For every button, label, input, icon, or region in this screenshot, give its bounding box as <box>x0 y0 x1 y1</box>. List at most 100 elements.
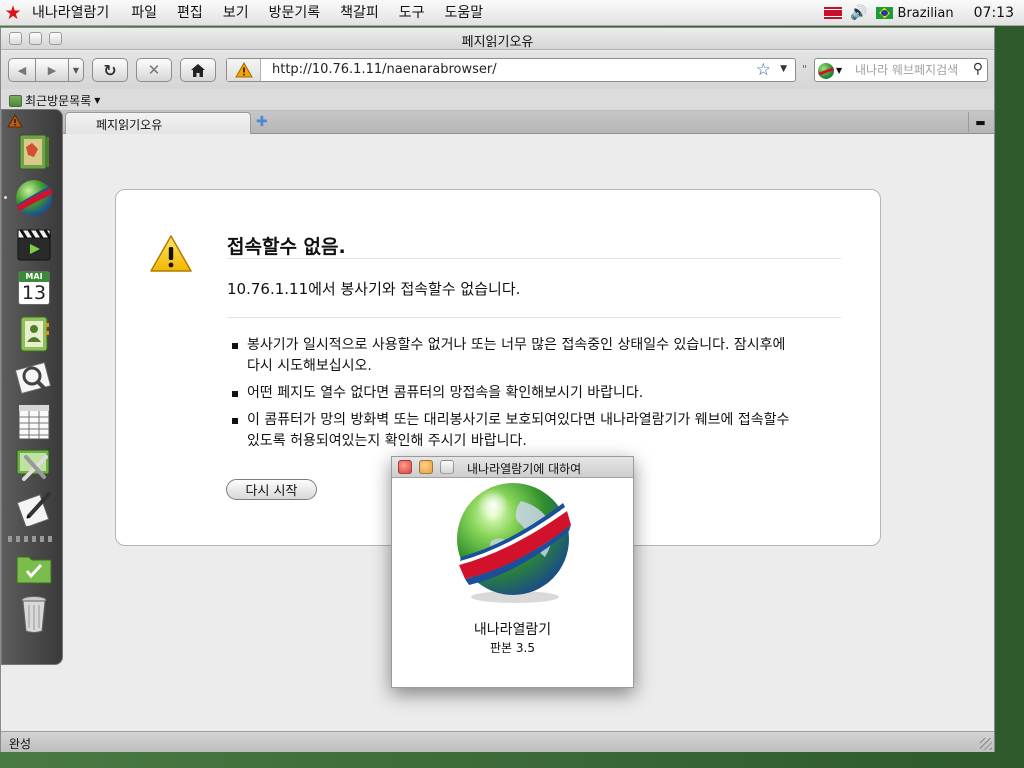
resize-grip-icon[interactable] <box>980 738 992 750</box>
about-minimize-button[interactable] <box>419 460 433 474</box>
calendar-month: MAI <box>19 272 49 282</box>
about-dialog-title: 내나라열람기에 대하여 <box>467 462 582 476</box>
try-again-button[interactable]: 다시 시작 <box>226 479 317 500</box>
home-icon <box>191 63 205 77</box>
calendar-day: 13 <box>21 282 47 304</box>
dock-video-app[interactable] <box>13 224 55 264</box>
dock-contacts-app[interactable] <box>13 314 55 354</box>
map-book-icon <box>19 134 49 170</box>
menu-app[interactable]: 내나라열람기 <box>26 0 121 26</box>
home-button[interactable] <box>180 58 216 82</box>
toolbar-separator: " <box>802 63 808 76</box>
history-dropdown-button[interactable]: ▼ <box>68 58 84 82</box>
menu-help[interactable]: 도움말 <box>435 0 494 26</box>
list-item: 봉사기가 일시적으로 사용할수 없거나 또는 너무 많은 접속중인 상태일수 있… <box>232 335 797 377</box>
red-star-icon[interactable]: ★ <box>0 0 26 26</box>
dock-map-app[interactable] <box>13 132 55 172</box>
dock-text-editor-app[interactable] <box>13 488 55 528</box>
error-description: 10.76.1.11에서 봉사기와 접속할수 없습니다. <box>227 280 521 298</box>
keyboard-language[interactable]: Brazilian <box>898 6 954 21</box>
menu-history[interactable]: 방문기록 <box>259 0 331 26</box>
pen-paper-icon <box>16 492 51 526</box>
recent-folder-icon <box>9 94 22 107</box>
running-indicator <box>4 196 7 199</box>
error-suggestions: 봉사기가 일시적으로 사용할수 없거나 또는 너무 많은 접속중인 상태일수 있… <box>232 335 797 458</box>
dock-viewer-app[interactable] <box>13 358 55 398</box>
browser-logo-icon <box>457 483 571 603</box>
window-titlebar[interactable]: 페지읽기오유 <box>1 28 994 50</box>
about-version: 판본 3.5 <box>490 641 535 655</box>
clapperboard-icon <box>17 229 52 261</box>
menu-bookmarks[interactable]: 책갈피 <box>330 0 389 26</box>
tab-list-button[interactable]: ▬ <box>968 112 992 132</box>
forward-arrow-icon: ▶ <box>47 63 57 77</box>
recent-history-label: 최근방문목록 <box>25 94 92 108</box>
dock-calculator-app[interactable] <box>13 402 55 442</box>
site-warning-icon[interactable] <box>227 59 261 81</box>
brazil-flag-icon <box>875 7 893 19</box>
about-close-button[interactable] <box>398 460 412 474</box>
flag-icon[interactable] <box>824 7 843 19</box>
chevron-down-icon: ▼ <box>72 65 80 75</box>
reload-icon: ↻ <box>103 60 117 80</box>
url-text[interactable]: http://10.76.1.11/naenarabrowser/ <box>272 62 497 77</box>
menu-view[interactable]: 보기 <box>213 0 259 26</box>
status-bar: 완성 <box>1 731 994 752</box>
list-item: 어떤 페지도 열수 없다면 콤퓨터의 망접속을 확인해보시기 바랍니다. <box>232 383 797 404</box>
dock-calendar-app[interactable]: MAI 13 <box>13 268 55 308</box>
url-dropdown-icon[interactable]: ▼ <box>780 64 787 74</box>
back-button[interactable]: ◀ <box>8 58 36 82</box>
volume-icon[interactable]: 🔊 <box>850 5 867 21</box>
about-app-name: 내나라열람기 <box>473 622 552 638</box>
tab-bar: 페지읽기오유 ✚ ▬ <box>1 111 994 134</box>
search-engine-selector[interactable]: ▼ <box>818 62 848 79</box>
navigation-toolbar: ◀ ▶ ▼ ↻ ✕ http://10.76.1.11/naenarabrows… <box>1 51 994 89</box>
divider <box>227 317 841 318</box>
bookmark-star-icon[interactable]: ☆ <box>756 60 771 80</box>
list-item: 이 콤퓨터가 망의 방화벽 또는 대리봉사기로 보호되여있다면 내나라열람기가 … <box>232 410 797 452</box>
window-title: 페지읽기오유 <box>461 35 534 50</box>
dock-trash[interactable] <box>13 594 55 634</box>
folder-icon <box>16 556 52 584</box>
new-tab-button[interactable]: ✚ <box>256 114 268 130</box>
browser-globe-icon <box>16 180 52 216</box>
clock[interactable]: 07:13 <box>974 5 1014 21</box>
spreadsheet-icon <box>18 404 50 440</box>
dock-browser-app[interactable] <box>13 178 55 218</box>
forward-button[interactable]: ▶ <box>35 58 69 82</box>
menu-file[interactable]: 파일 <box>121 0 167 26</box>
tab-label: 페지읽기오유 <box>96 118 163 132</box>
menu-edit[interactable]: 편집 <box>167 0 213 26</box>
search-input[interactable] <box>855 61 967 79</box>
search-engine-globe-icon <box>818 62 834 79</box>
error-title: 접속할수 없음. <box>227 236 346 258</box>
menu-tools[interactable]: 도구 <box>389 0 435 26</box>
recent-history-menu[interactable]: 최근방문목록 ▼ <box>9 92 100 109</box>
divider <box>227 258 841 259</box>
warning-icon <box>150 235 192 272</box>
menu-bar: ★ 내나라열람기 파일 편집 보기 방문기록 책갈피 도구 도움말 🔊 Braz… <box>0 0 1024 26</box>
system-tray: 🔊 Brazilian 07:13 <box>824 0 1024 26</box>
dock-folder-app[interactable] <box>13 548 55 588</box>
address-book-icon <box>20 316 49 352</box>
url-bar[interactable]: http://10.76.1.11/naenarabrowser/ ☆ ▼ <box>226 58 796 82</box>
about-zoom-button[interactable] <box>440 460 454 474</box>
tab-error-page[interactable]: 페지읽기오유 <box>65 112 251 134</box>
stop-button[interactable]: ✕ <box>136 58 172 82</box>
reload-button[interactable]: ↻ <box>92 58 128 82</box>
search-bar[interactable]: ▼ ⚲ <box>814 58 988 82</box>
stop-icon: ✕ <box>147 61 161 79</box>
about-dialog-titlebar[interactable]: 내나라열람기에 대하여 <box>392 457 633 478</box>
dock-separator <box>8 536 56 542</box>
chevron-down-icon: ▼ <box>836 66 843 75</box>
search-icon[interactable]: ⚲ <box>973 61 983 77</box>
magnifier-document-icon <box>14 361 52 395</box>
about-dialog: 내나라열람기에 대하여 내나라열람기 판본 3.5 <box>391 456 634 688</box>
tab-list-icon: ▬ <box>975 115 986 129</box>
dock-settings-app[interactable] <box>13 446 55 486</box>
calendar-icon: MAI 13 <box>18 271 50 305</box>
warning-icon <box>7 114 23 128</box>
chevron-down-icon: ▼ <box>94 96 101 105</box>
status-text: 완성 <box>9 737 32 751</box>
system-settings-icon <box>16 449 50 481</box>
